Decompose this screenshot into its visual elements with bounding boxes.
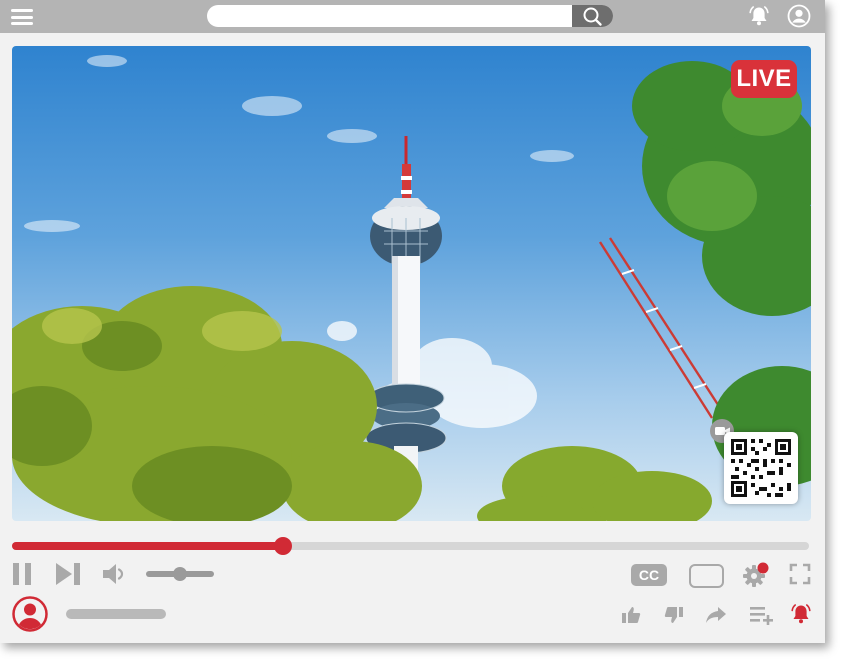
search-input[interactable] xyxy=(207,5,569,27)
closed-captions-button[interactable]: CC xyxy=(631,564,667,586)
qr-code[interactable] xyxy=(724,432,798,504)
search-box xyxy=(207,5,613,27)
share-icon[interactable] xyxy=(705,605,727,625)
volume-icon[interactable] xyxy=(102,562,128,586)
video-frame[interactable]: LIVE xyxy=(12,46,811,521)
volume-slider[interactable] xyxy=(146,567,214,581)
top-bar xyxy=(0,0,825,33)
live-badge: LIVE xyxy=(731,60,797,98)
channel-avatar-icon[interactable] xyxy=(12,596,48,632)
pause-icon[interactable] xyxy=(12,562,34,586)
search-icon xyxy=(583,7,602,26)
fullscreen-icon[interactable] xyxy=(789,563,811,585)
like-icon[interactable] xyxy=(621,605,641,625)
account-icon[interactable] xyxy=(787,4,811,28)
add-to-playlist-icon[interactable] xyxy=(749,604,775,626)
settings-gear-icon[interactable] xyxy=(742,562,770,588)
progress-bar[interactable] xyxy=(12,537,809,555)
settings-notification-dot xyxy=(757,562,769,574)
subscribe-bell-icon[interactable] xyxy=(789,602,813,626)
theater-mode-icon[interactable] xyxy=(689,564,724,588)
tower xyxy=(365,136,447,476)
progress-played xyxy=(12,542,283,550)
channel-name-placeholder xyxy=(66,609,166,619)
notification-bell-icon[interactable] xyxy=(747,4,771,28)
volume-knob[interactable] xyxy=(173,567,187,581)
menu-icon[interactable] xyxy=(11,9,33,25)
progress-scrubber[interactable] xyxy=(273,537,292,555)
search-button[interactable] xyxy=(572,5,613,27)
skip-next-icon[interactable] xyxy=(55,562,83,586)
video-thumbnail-tower-scene xyxy=(12,55,811,521)
video-player-page: LIVE CC xyxy=(0,0,825,643)
dislike-icon[interactable] xyxy=(664,605,684,625)
